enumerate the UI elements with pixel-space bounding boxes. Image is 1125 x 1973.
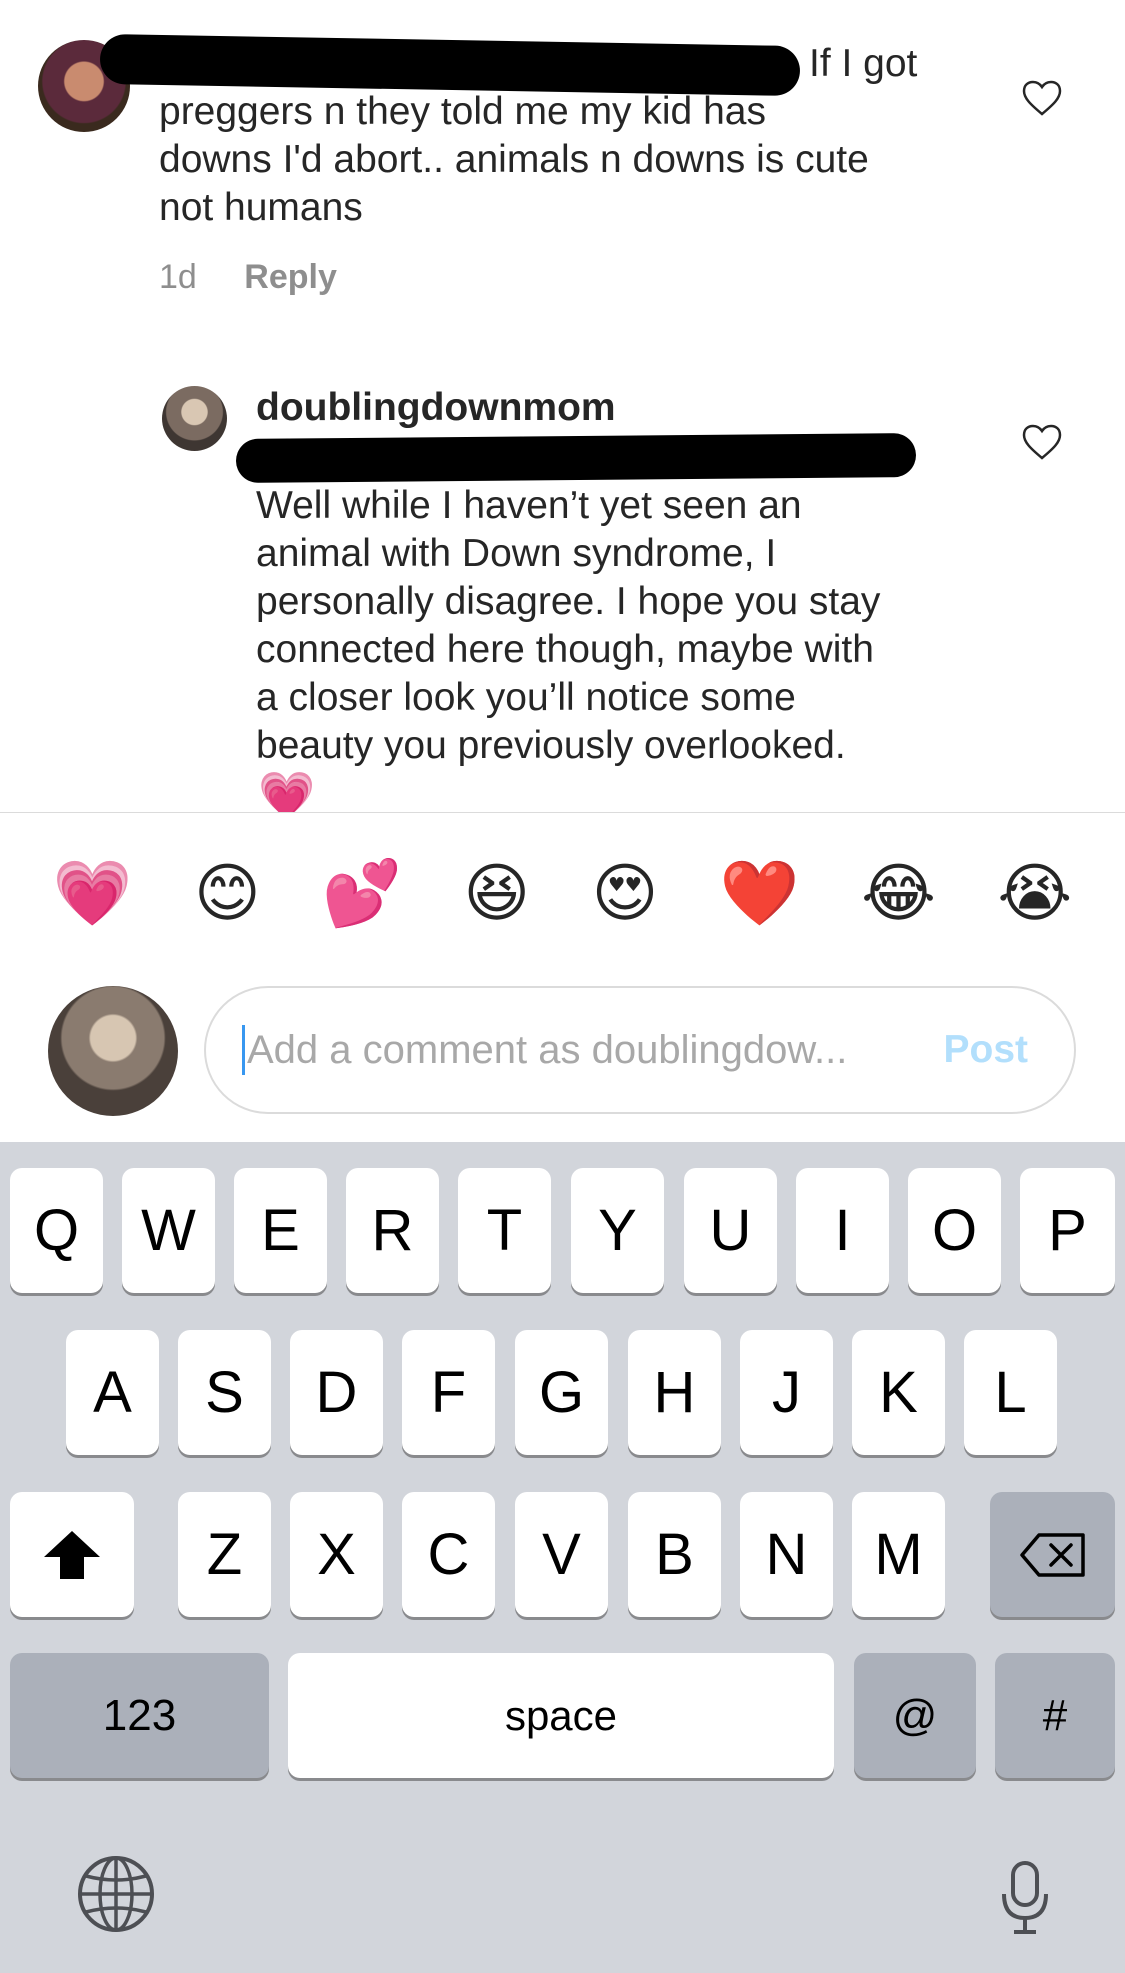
- key-w[interactable]: W: [122, 1168, 215, 1293]
- ios-keyboard: Q W E R T Y U I O P A S D F G H J K L Z …: [0, 1142, 1125, 1973]
- microphone-icon[interactable]: [1000, 1860, 1050, 1936]
- emoji-red-heart[interactable]: ❤️: [720, 861, 800, 925]
- emoji-two-hearts[interactable]: 💕: [322, 861, 402, 925]
- reply-line: personally disagree. I hope you stay: [256, 580, 881, 623]
- key-v[interactable]: V: [515, 1492, 608, 1617]
- at-key[interactable]: @: [854, 1653, 976, 1778]
- hash-key[interactable]: #: [995, 1653, 1115, 1778]
- text-caret: [242, 1025, 245, 1075]
- emoji-tears-of-joy[interactable]: 😂: [861, 861, 936, 925]
- key-b[interactable]: B: [628, 1492, 721, 1617]
- key-y[interactable]: Y: [571, 1168, 664, 1293]
- backspace-icon: [1019, 1532, 1085, 1577]
- reply-line: a closer look you’ll notice some: [256, 676, 796, 719]
- key-x[interactable]: X: [290, 1492, 383, 1617]
- key-j[interactable]: J: [740, 1330, 833, 1455]
- comment-meta: 1d Reply: [159, 258, 337, 297]
- key-q[interactable]: Q: [10, 1168, 103, 1293]
- like-heart-icon[interactable]: [1022, 80, 1062, 116]
- key-s[interactable]: S: [178, 1330, 271, 1455]
- emoji-crying-face[interactable]: 😭: [997, 861, 1072, 925]
- post-button[interactable]: Post: [943, 1028, 1028, 1072]
- shift-arrow-icon: [44, 1530, 100, 1579]
- key-c[interactable]: C: [402, 1492, 495, 1617]
- emoji-quick-bar: 💗 😊 💕 😆 😍 ❤️ 😂 😭: [0, 812, 1125, 972]
- key-g[interactable]: G: [515, 1330, 608, 1455]
- comment-line: not humans: [159, 186, 363, 229]
- reply-line: beauty you previously overlooked.: [256, 724, 846, 767]
- key-t[interactable]: T: [458, 1168, 551, 1293]
- emoji-laughing-face[interactable]: 😆: [463, 861, 530, 925]
- comment-time: 1d: [159, 258, 197, 296]
- key-f[interactable]: F: [402, 1330, 495, 1455]
- numbers-key[interactable]: 123: [10, 1653, 269, 1778]
- key-p[interactable]: P: [1020, 1168, 1115, 1293]
- comment-line: preggers n they told me my kid has: [159, 90, 766, 133]
- comment-line: downs I'd abort.. animals n downs is cut…: [159, 138, 869, 181]
- reply-username[interactable]: doublingdownmom: [256, 386, 616, 430]
- key-d[interactable]: D: [290, 1330, 383, 1455]
- comment-text: If I got preggers n they told me my kid …: [159, 40, 999, 232]
- key-m[interactable]: M: [852, 1492, 945, 1617]
- reply-line: animal with Down syndrome, I: [256, 532, 777, 575]
- key-z[interactable]: Z: [178, 1492, 271, 1617]
- space-key[interactable]: space: [288, 1653, 834, 1778]
- current-user-avatar: [48, 986, 178, 1116]
- key-i[interactable]: I: [796, 1168, 889, 1293]
- key-a[interactable]: A: [66, 1330, 159, 1455]
- key-k[interactable]: K: [852, 1330, 945, 1455]
- key-e[interactable]: E: [234, 1168, 327, 1293]
- key-r[interactable]: R: [346, 1168, 439, 1293]
- key-n[interactable]: N: [740, 1492, 833, 1617]
- key-h[interactable]: H: [628, 1330, 721, 1455]
- emoji-smiling-face[interactable]: 😊: [194, 861, 261, 925]
- reply-line: connected here though, maybe with: [256, 628, 874, 671]
- key-u[interactable]: U: [684, 1168, 777, 1293]
- globe-icon[interactable]: [76, 1854, 156, 1934]
- comment-placeholder: Add a comment as doublingdow...: [247, 1027, 848, 1072]
- reply-button[interactable]: Reply: [244, 258, 337, 296]
- comment-line: If I got: [809, 42, 918, 85]
- like-heart-icon[interactable]: [1022, 424, 1062, 460]
- emoji-growing-heart[interactable]: 💗: [53, 861, 133, 925]
- comment-input[interactable]: Add a comment as doublingdow... Post: [204, 986, 1076, 1114]
- redacted-mention: [235, 433, 917, 483]
- reply-emoji: 💗: [258, 769, 316, 812]
- backspace-key[interactable]: [990, 1492, 1115, 1617]
- reply-avatar[interactable]: [162, 386, 227, 451]
- key-l[interactable]: L: [964, 1330, 1057, 1455]
- shift-key[interactable]: [10, 1492, 134, 1617]
- reply-text: Well while I haven’t yet seen an animal …: [256, 482, 996, 770]
- reply-line: Well while I haven’t yet seen an: [256, 484, 802, 527]
- key-o[interactable]: O: [908, 1168, 1001, 1293]
- emoji-heart-eyes[interactable]: 😍: [592, 861, 659, 925]
